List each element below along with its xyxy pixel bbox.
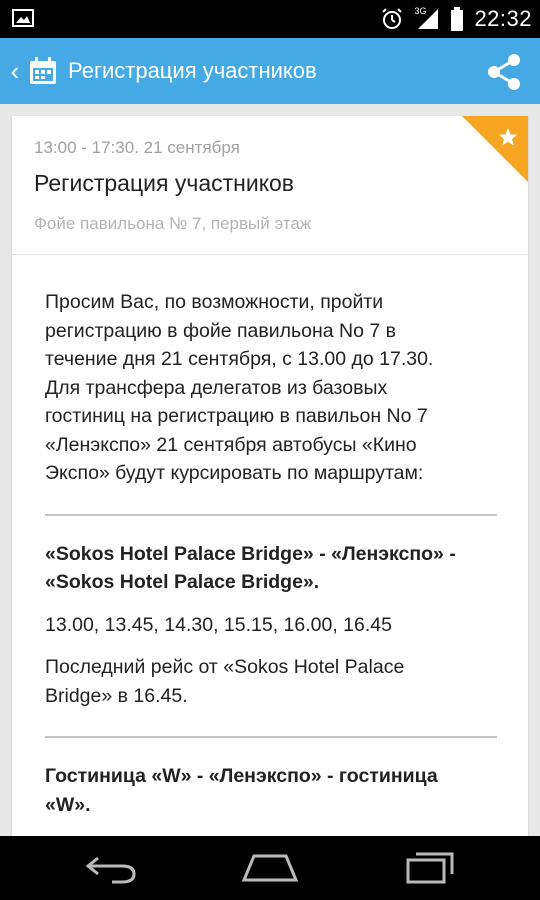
route-line: «W». xyxy=(45,793,91,816)
battery-icon xyxy=(451,7,464,31)
event-description: Просим Вас, по возможности, пройти регис… xyxy=(45,288,497,819)
intro-line: течение дня 21 сентября, с 13.00 до 17.3… xyxy=(45,348,434,370)
recent-apps-icon[interactable] xyxy=(400,850,460,886)
intro-line: «Ленэкспо» 21 сентября автобусы «Кино xyxy=(45,433,417,456)
route-line: «Sokos Hotel Palace Bridge» - «Ленэкспо»… xyxy=(45,542,456,565)
intro-line: Экспо» будут курсировать по маршрутам: xyxy=(45,462,424,484)
navigation-bar xyxy=(0,836,540,900)
action-bar-title: Регистрация участников xyxy=(68,58,317,83)
action-bar: ‹ Регистрация участников xyxy=(0,38,540,104)
route-last-departure: Последний рейс от «Sokos Hotel Palace Br… xyxy=(45,653,497,710)
last-line: Последний рейс от «Sokos Hotel Palace xyxy=(45,656,405,678)
clock: 22:32 xyxy=(474,6,532,31)
intro-line: Для трансфера делегатов из базовых xyxy=(45,376,388,399)
star-icon[interactable] xyxy=(462,116,528,182)
alarm-icon xyxy=(382,8,403,29)
route-heading: Гостиница «W» - «Ленэкспо» - гостиница «… xyxy=(45,762,497,819)
chevron-left-icon[interactable]: ‹ xyxy=(8,38,22,104)
route-line: Гостиница «W» - «Ленэкспо» - гостиница xyxy=(45,765,438,787)
route-line: «Sokos Hotel Palace Bridge». xyxy=(45,571,320,593)
calendar-icon[interactable] xyxy=(28,56,58,86)
intro-line: Просим Вас, по возможности, пройти xyxy=(45,291,384,313)
event-card: 13:00 - 17:30. 21 сентября Регистрация у… xyxy=(12,116,528,836)
last-line: Bridge» в 16.45. xyxy=(45,684,188,707)
status-bar: 3G 22:32 xyxy=(0,0,540,38)
event-time-range: 13:00 - 17:30. 21 сентября xyxy=(34,138,240,157)
intro-line: гостиниц на регистрацию в павильон No 7 xyxy=(45,405,428,427)
signal-icon: 3G xyxy=(414,6,440,31)
intro-paragraph: Просим Вас, по возможности, пройти регис… xyxy=(45,288,497,488)
event-location: Фойе павильона № 7, первый этаж xyxy=(34,214,312,233)
home-nav-icon[interactable] xyxy=(240,850,300,886)
route-heading: «Sokos Hotel Palace Bridge» - «Ленэкспо»… xyxy=(45,540,497,597)
event-title: Регистрация участников xyxy=(34,170,295,196)
intro-line: регистрацию в фойе павильона No 7 в xyxy=(45,319,397,342)
route-times: 13.00, 13.45, 14.30, 15.15, 16.00, 16.45 xyxy=(45,613,392,636)
divider xyxy=(45,736,497,738)
divider xyxy=(45,513,497,516)
picture-icon xyxy=(12,9,34,27)
share-icon[interactable] xyxy=(484,52,524,92)
back-nav-icon[interactable] xyxy=(82,850,142,886)
event-header: 13:00 - 17:30. 21 сентября Регистрация у… xyxy=(12,116,528,255)
